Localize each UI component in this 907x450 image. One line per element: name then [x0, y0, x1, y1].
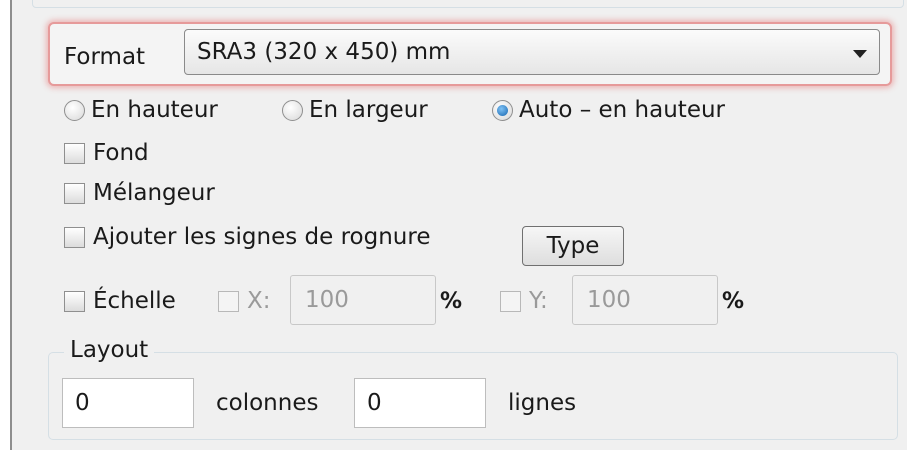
format-label: Format — [64, 44, 146, 70]
echelle-checkbox[interactable] — [64, 290, 85, 312]
scale-y-checkbox[interactable] — [500, 290, 521, 312]
radio-button-icon[interactable] — [64, 99, 85, 121]
rows-input[interactable]: 0 — [354, 378, 486, 428]
scale-x-checkbox[interactable] — [218, 290, 239, 312]
top-group-box — [32, 0, 904, 8]
layout-group-title: Layout — [64, 337, 155, 363]
radio-en-largeur[interactable]: En largeur — [282, 92, 428, 128]
scale-y-percent: % — [722, 289, 745, 314]
settings-panel: Format SRA3 (320 x 450) mm En hauteur En… — [10, 0, 907, 450]
scale-y-label: Y: — [529, 288, 548, 314]
columns-input[interactable]: 0 — [62, 378, 194, 428]
melangeur-checkbox[interactable] — [64, 182, 85, 204]
format-select[interactable]: SRA3 (320 x 450) mm — [184, 29, 880, 75]
radio-button-icon[interactable] — [282, 99, 303, 121]
echelle-checkbox-row[interactable]: Échelle — [64, 284, 176, 318]
melangeur-label: Mélangeur — [93, 180, 215, 206]
fond-label: Fond — [93, 140, 149, 166]
fond-checkbox[interactable] — [64, 142, 85, 164]
columns-label: colonnes — [216, 390, 319, 416]
chevron-down-icon[interactable] — [853, 50, 867, 58]
radio-label: En hauteur — [91, 97, 218, 123]
rognure-checkbox[interactable] — [64, 226, 85, 248]
rognure-label: Ajouter les signes de rognure — [93, 224, 431, 250]
fond-checkbox-row[interactable]: Fond — [64, 136, 149, 170]
scale-x-label: X: — [247, 288, 271, 314]
scale-x-checkbox-row[interactable]: X: — [218, 284, 271, 318]
radio-label: En largeur — [309, 97, 428, 123]
type-button[interactable]: Type — [522, 226, 624, 266]
format-row: Format SRA3 (320 x 450) mm — [48, 22, 892, 86]
scale-x-input[interactable]: 100 — [290, 275, 436, 325]
echelle-label: Échelle — [93, 288, 176, 314]
radio-button-selected-icon[interactable] — [492, 99, 513, 121]
rows-label: lignes — [508, 390, 577, 416]
radio-auto-en-hauteur[interactable]: Auto – en hauteur — [492, 92, 725, 128]
scale-x-percent: % — [440, 289, 463, 314]
format-select-value: SRA3 (320 x 450) mm — [197, 39, 451, 65]
scale-y-checkbox-row[interactable]: Y: — [500, 284, 548, 318]
scale-y-input[interactable]: 100 — [572, 275, 718, 325]
radio-en-hauteur[interactable]: En hauteur — [64, 92, 218, 128]
rognure-checkbox-row[interactable]: Ajouter les signes de rognure — [64, 220, 430, 254]
type-button-label: Type — [546, 233, 600, 259]
radio-label: Auto – en hauteur — [519, 97, 726, 123]
melangeur-checkbox-row[interactable]: Mélangeur — [64, 176, 215, 210]
